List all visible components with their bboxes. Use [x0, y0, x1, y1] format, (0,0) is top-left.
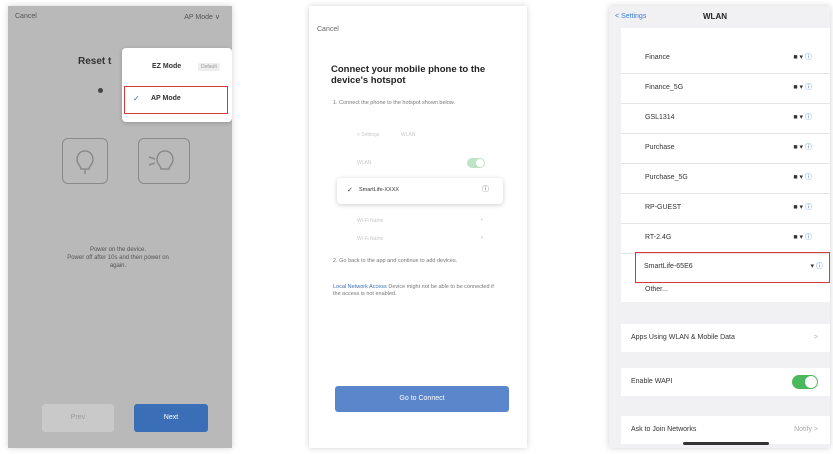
network-row[interactable]: GSL1314 ■ ▾ ⓘ — [621, 104, 830, 134]
instructions-text: Power on the device. Power off after 10s… — [67, 247, 169, 269]
lock-wifi-info-icon[interactable]: ■ ▾ ⓘ — [793, 52, 812, 62]
wifi-icon: ▾ — [480, 235, 483, 241]
cancel-button[interactable]: Cancel — [15, 13, 37, 20]
wifi-icon: ▾ — [480, 217, 483, 223]
apps-using-wlan-row[interactable]: Apps Using WLAN & Mobile Data > — [621, 324, 830, 352]
prev-button[interactable]: Prev — [42, 404, 114, 432]
screen-connect-hotspot: Cancel Connect your mobile phone to the … — [309, 6, 527, 448]
mock-smartlife-row: ✓ SmartLife-XXXX ⓘ — [337, 178, 503, 204]
default-badge: Default — [198, 63, 220, 71]
page-title: Connect your mobile phone to the device'… — [331, 64, 486, 86]
next-button[interactable]: Next — [134, 404, 208, 432]
wifi-info-icon[interactable]: ▾ ⓘ — [811, 261, 823, 271]
enable-wapi-toggle[interactable] — [792, 375, 818, 389]
lock-wifi-info-icon[interactable]: ■ ▾ ⓘ — [793, 172, 812, 182]
step-2-text: 2. Go back to the app and continue to ad… — [333, 258, 458, 264]
plug-power-icon — [138, 138, 190, 184]
local-network-access-link[interactable]: Local Network Access — [333, 284, 387, 290]
lock-wifi-info-icon[interactable]: ■ ▾ ⓘ — [793, 232, 812, 242]
mock-nav-row: < Settings WLAN — [357, 132, 416, 138]
plug-illustration-icon — [62, 138, 108, 184]
menu-item-ez-mode[interactable]: EZ Mode Default — [122, 53, 232, 83]
check-icon: ✓ — [133, 94, 140, 103]
network-row[interactable]: Purchase_5G ■ ▾ ⓘ — [621, 164, 830, 194]
ask-to-join-row[interactable]: Ask to Join Networks Notify > — [621, 416, 830, 444]
screen-ios-wlan: < Settings WLAN Finance ■ ▾ ⓘ Finance_5G ■… — [609, 6, 830, 448]
access-note: Local Network Access Device might not be… — [333, 284, 494, 297]
check-icon: ✓ — [347, 187, 353, 194]
enable-wapi-row: Enable WAPI — [621, 368, 830, 396]
wifi-info-icon: ⓘ — [482, 186, 489, 193]
network-row[interactable]: Purchase ■ ▾ ⓘ — [621, 134, 830, 164]
settings-illustration: < Settings WLAN WLAN ✓ SmartLife-XXXX ⓘ … — [333, 122, 505, 250]
mock-wifi-row: Wi-Fi Name ▾ — [357, 217, 483, 224]
step-1-text: 1. Connect the phone to the hotspot show… — [333, 100, 456, 106]
other-network[interactable]: Other... — [645, 286, 668, 293]
network-list: Finance ■ ▾ ⓘ Finance_5G ■ ▾ ⓘ GSL1314 ■ ▾ … — [621, 28, 830, 302]
chevron-right-icon: > — [813, 334, 818, 341]
screen-reset-device: Cancel AP Mode ∨ Reset t Power on the de… — [8, 6, 232, 448]
mock-wifi-row: Wi-Fi Name ▾ — [357, 235, 483, 242]
toggle-icon — [467, 158, 485, 168]
cancel-button[interactable]: Cancel — [317, 26, 339, 33]
menu-item-ap-mode[interactable]: ✓ AP Mode — [124, 86, 228, 114]
lock-wifi-info-icon[interactable]: ■ ▾ ⓘ — [793, 112, 812, 122]
lock-wifi-info-icon[interactable]: ■ ▾ ⓘ — [793, 202, 812, 212]
network-row[interactable]: RP-GUEST ■ ▾ ⓘ — [621, 194, 830, 224]
back-button[interactable]: < Settings — [615, 13, 646, 20]
page-title: Reset t — [78, 56, 112, 67]
mode-dropdown[interactable]: AP Mode ∨ — [184, 13, 220, 21]
network-row[interactable]: Finance_5G ■ ▾ ⓘ — [621, 74, 830, 104]
lock-wifi-info-icon[interactable]: ■ ▾ ⓘ — [793, 142, 812, 152]
network-row-smartlife[interactable]: SmartLife-65E6 ▾ ⓘ — [635, 252, 830, 283]
network-row[interactable]: RT-2.4G ■ ▾ ⓘ — [621, 224, 830, 254]
network-row[interactable]: Finance ■ ▾ ⓘ — [621, 44, 830, 74]
mode-menu: EZ Mode Default ✓ AP Mode — [122, 48, 232, 122]
lock-wifi-info-icon[interactable]: ■ ▾ ⓘ — [793, 82, 812, 92]
ask-to-join-value: Notify > — [794, 426, 818, 433]
page-title: WLAN — [703, 12, 727, 21]
mock-wlan-row: WLAN — [341, 154, 501, 174]
go-to-connect-button[interactable]: Go to Connect — [335, 386, 509, 412]
status-dot — [98, 88, 103, 93]
home-indicator — [683, 442, 769, 445]
